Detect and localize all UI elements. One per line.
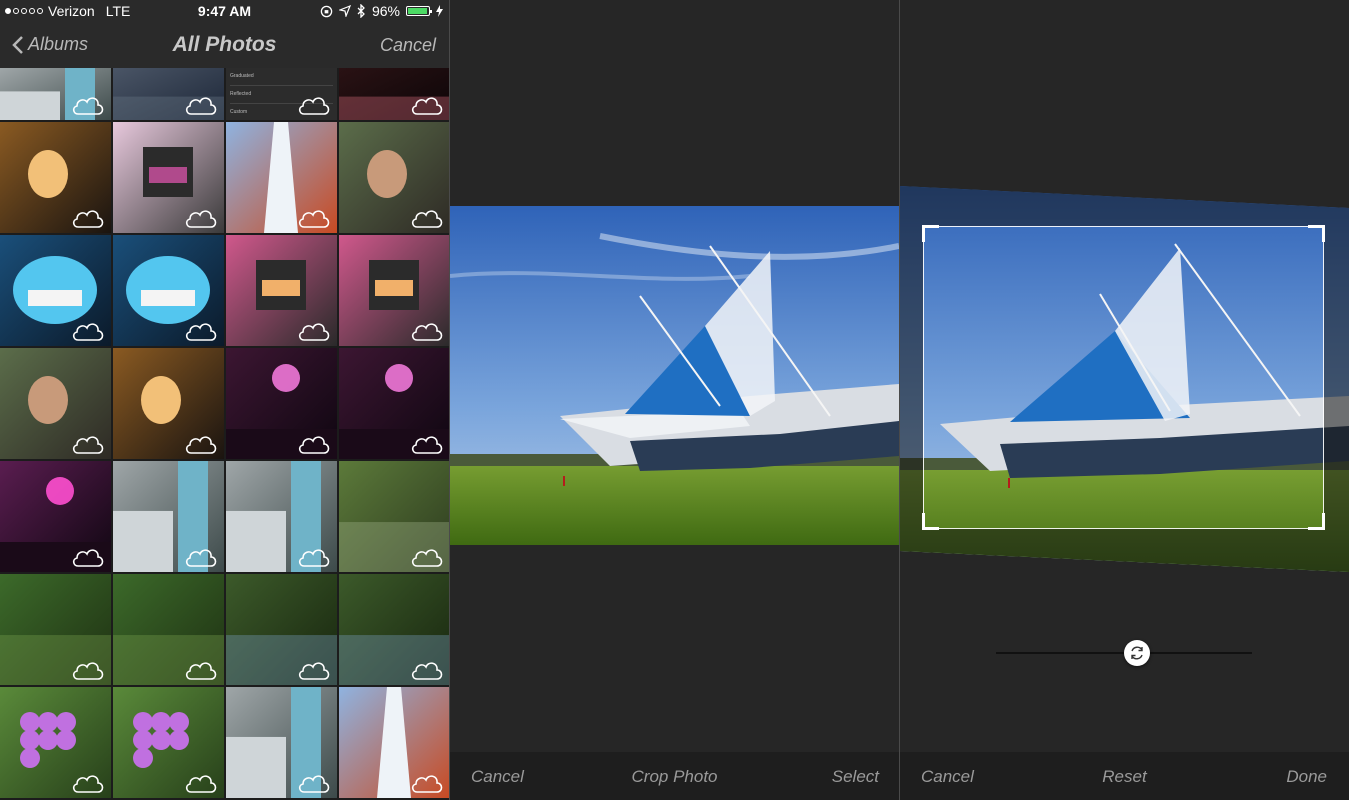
- icloud-icon: [72, 210, 104, 228]
- icloud-icon: [298, 775, 330, 793]
- photo-thumbnail[interactable]: [226, 574, 337, 685]
- icloud-icon: [72, 549, 104, 567]
- battery-percentage: 96%: [371, 3, 400, 19]
- icloud-icon: [411, 662, 443, 680]
- icloud-icon: [411, 323, 443, 341]
- photo-thumbnail[interactable]: [226, 348, 337, 459]
- crop-handle-bottom-right[interactable]: [1308, 513, 1325, 530]
- icloud-icon: [185, 662, 217, 680]
- photo-thumbnail[interactable]: [339, 68, 449, 120]
- photo-thumbnail[interactable]: [0, 68, 111, 120]
- icloud-icon: [298, 97, 330, 115]
- icloud-icon: [411, 775, 443, 793]
- icloud-icon: [298, 210, 330, 228]
- icloud-icon: [185, 549, 217, 567]
- photo-picker-screen: Verizon LTE 9:47 AM 96% Albums All Photo…: [0, 0, 449, 800]
- photo-thumbnail[interactable]: [0, 574, 111, 685]
- albums-back-label: Albums: [28, 34, 89, 54]
- location-arrow-icon: [338, 5, 351, 17]
- photo-thumbnail[interactable]: [113, 687, 224, 798]
- photo-thumbnail[interactable]: [226, 235, 337, 346]
- photo-thumbnail[interactable]: [339, 348, 449, 459]
- icloud-icon: [411, 97, 443, 115]
- icloud-icon: [298, 662, 330, 680]
- photo-thumbnail[interactable]: [339, 461, 449, 572]
- photo-thumbnail[interactable]: [339, 235, 449, 346]
- cancel-button[interactable]: Cancel: [380, 35, 436, 56]
- crop-photo-screen: Cancel Crop Photo Select: [450, 0, 899, 800]
- photo-thumbnail[interactable]: [0, 122, 111, 233]
- icloud-icon: [298, 549, 330, 567]
- crop-handle-top-right[interactable]: [1308, 225, 1325, 242]
- photo-thumbnail[interactable]: [113, 235, 224, 346]
- photo-thumbnail[interactable]: [113, 461, 224, 572]
- icloud-icon: [298, 436, 330, 454]
- icloud-icon: [72, 775, 104, 793]
- icloud-icon: [185, 436, 217, 454]
- reset-button[interactable]: Reset: [900, 767, 1349, 787]
- photo-thumbnail[interactable]: [226, 461, 337, 572]
- photo-thumbnail[interactable]: [226, 687, 337, 798]
- photo-thumbnail[interactable]: [113, 348, 224, 459]
- status-bar: Verizon LTE 9:47 AM 96%: [0, 0, 449, 24]
- done-button[interactable]: Done: [1286, 767, 1327, 787]
- photo-thumbnail[interactable]: [0, 348, 111, 459]
- photo-thumbnail[interactable]: [113, 122, 224, 233]
- icloud-icon: [411, 549, 443, 567]
- battery-icon: [406, 6, 432, 16]
- photo-thumbnail[interactable]: [0, 461, 111, 572]
- icloud-icon: [411, 436, 443, 454]
- nav-bar: Albums All Photos Cancel: [0, 24, 449, 68]
- photo-thumbnail[interactable]: [0, 235, 111, 346]
- crop-handle-top-left[interactable]: [922, 225, 939, 242]
- icloud-icon: [185, 97, 217, 115]
- icloud-icon: [72, 436, 104, 454]
- bottom-toolbar: Cancel Crop Photo Select: [450, 752, 899, 800]
- thumbnail-menu-item: Graduated: [230, 68, 333, 86]
- icloud-icon: [185, 775, 217, 793]
- albums-back-button[interactable]: Albums: [12, 34, 88, 55]
- bluetooth-icon: [357, 4, 365, 18]
- photo-thumbnail[interactable]: [0, 687, 111, 798]
- icloud-icon: [185, 323, 217, 341]
- photo-thumbnail[interactable]: [113, 68, 224, 120]
- crop-frame[interactable]: [922, 225, 1325, 530]
- charging-bolt-icon: [436, 5, 443, 17]
- icloud-icon: [185, 210, 217, 228]
- photo-thumbnail[interactable]: [339, 687, 449, 798]
- icloud-icon: [72, 662, 104, 680]
- rotation-lock-icon: [320, 5, 333, 17]
- bottom-toolbar: Cancel Reset Done: [900, 752, 1349, 800]
- icloud-icon: [72, 323, 104, 341]
- photo-thumbnail[interactable]: [113, 574, 224, 685]
- rotation-slider-knob[interactable]: [1124, 640, 1150, 666]
- crop-handle-bottom-left[interactable]: [922, 513, 939, 530]
- icloud-icon: [298, 323, 330, 341]
- select-button[interactable]: Select: [832, 767, 879, 787]
- crop-adjust-screen: Cancel Reset Done: [900, 0, 1349, 800]
- photo-preview: [450, 206, 899, 545]
- photo-thumbnail[interactable]: [339, 574, 449, 685]
- photo-thumbnail[interactable]: Graduated Reflected Custom: [226, 68, 337, 120]
- icloud-icon: [411, 210, 443, 228]
- cancel-button[interactable]: Cancel: [471, 767, 524, 787]
- rotate-icon: [1131, 646, 1143, 660]
- photo-thumbnail[interactable]: [226, 122, 337, 233]
- photo-thumbnail[interactable]: [339, 122, 449, 233]
- icloud-icon: [72, 97, 104, 115]
- chevron-left-icon: [12, 35, 23, 54]
